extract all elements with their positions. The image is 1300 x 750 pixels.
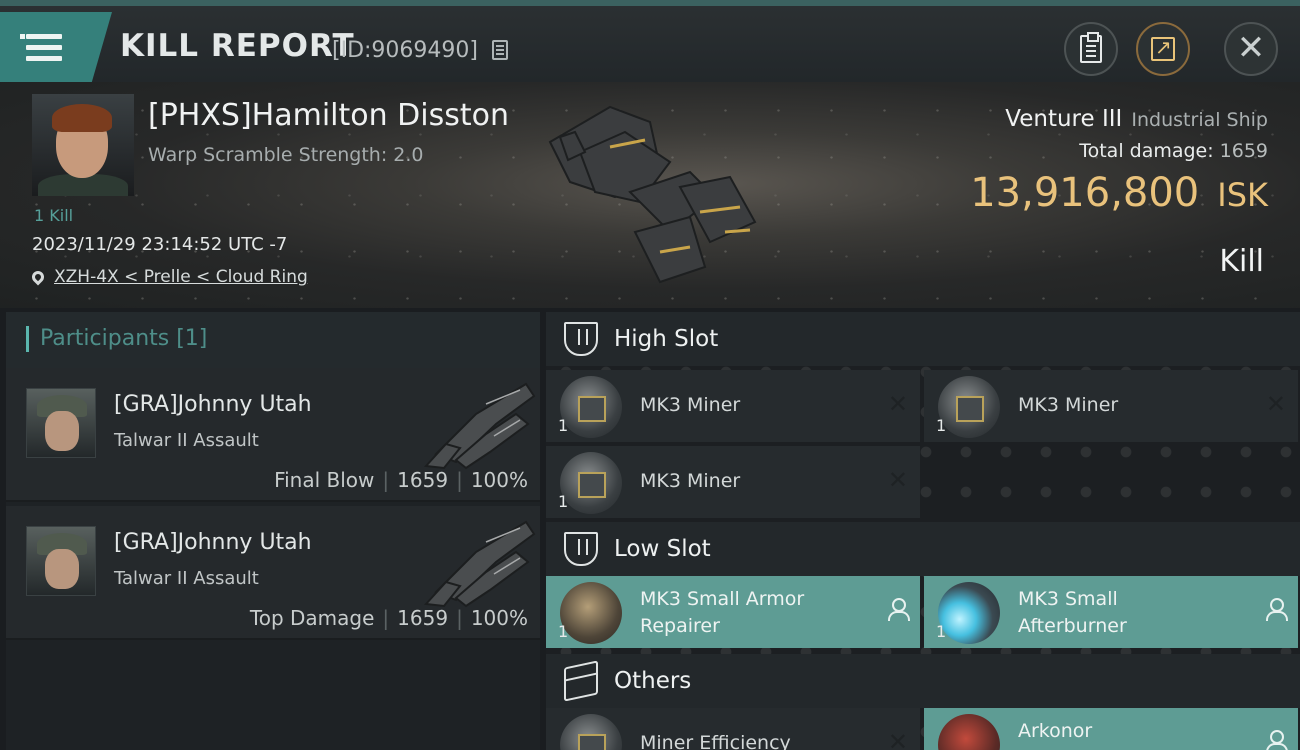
participant-role: Final Blow	[274, 468, 375, 492]
report-result: Kill	[1219, 244, 1264, 279]
participant-ship: Talwar II Assault	[114, 430, 259, 451]
destroyed-icon: ✕	[887, 728, 908, 750]
participant-damage: 1659	[397, 606, 449, 630]
warp-scramble-strength: Warp Scramble Strength: 2.0	[148, 144, 424, 166]
isk-value: 13,916,800	[970, 170, 1200, 216]
participants-panel: Participants [1] [GRA]Johnny Utah Talwar…	[6, 312, 540, 750]
participant-stats: Top Damage | 1659 | 100%	[249, 606, 528, 630]
location-link[interactable]: XZH-4X < Prelle < Cloud Ring	[54, 267, 308, 287]
victim-name[interactable]: [PHXS]Hamilton Disston	[148, 98, 509, 133]
module-quantity: 1	[558, 492, 569, 511]
menu-button[interactable]	[0, 12, 112, 82]
location-pin-icon	[29, 268, 47, 286]
low-slot-icon	[564, 532, 598, 566]
total-damage: Total damage: 1659	[1079, 140, 1268, 162]
page-title: KILL REPORT	[120, 28, 355, 64]
kill-location[interactable]: XZH-4X < Prelle < Cloud Ring	[29, 267, 308, 287]
share-button[interactable]	[1136, 22, 1190, 76]
close-icon: ✕	[1236, 28, 1266, 68]
kill-count: 1 Kill	[34, 206, 74, 225]
destroyed-icon: ✕	[887, 466, 908, 494]
victim-ship-image	[548, 105, 757, 284]
participant-stats: Final Blow | 1659 | 100%	[274, 468, 528, 492]
victim-portrait[interactable]	[32, 94, 134, 196]
module-name: Miner Efficiency	[640, 732, 791, 750]
fitting-panel: High Slot 1 MK3 Miner ✕ 1 MK3 Miner ✕ 1 …	[546, 312, 1300, 750]
dropped-person-icon	[1266, 598, 1288, 621]
high-slot-header: High Slot	[546, 312, 1300, 366]
menu-icon	[20, 34, 64, 62]
participant-avatar[interactable]	[26, 526, 96, 596]
participant-row[interactable]: [GRA]Johnny Utah Talwar II Assault Final…	[6, 368, 540, 502]
cube-icon	[564, 660, 598, 702]
clipboard-icon	[1080, 32, 1102, 63]
victim-ship-name[interactable]: Venture III	[1005, 106, 1122, 132]
module-name: MK3 Miner	[1018, 394, 1119, 416]
participant-name[interactable]: [GRA]Johnny Utah	[114, 392, 312, 417]
participant-ship: Talwar II Assault	[114, 568, 259, 589]
participant-damage: 1659	[397, 468, 449, 492]
participant-percent: 100%	[470, 606, 528, 630]
module-name: MK3 Miner	[640, 470, 741, 492]
clipboard-button[interactable]	[1064, 22, 1118, 76]
module-item[interactable]: 1 MK3 Small Afterburner	[924, 576, 1298, 648]
close-button[interactable]: ✕	[1224, 22, 1278, 76]
module-name: MK3 Small Afterburner	[1018, 588, 1127, 637]
total-damage-label: Total damage:	[1079, 140, 1214, 162]
isk-value-line: 13,916,800 ISK	[970, 170, 1268, 216]
low-slot-header: Low Slot	[546, 522, 1300, 576]
high-slot-label: High Slot	[614, 326, 719, 352]
module-item[interactable]: 1 MK3 Small Armor Repairer	[546, 576, 920, 648]
others-header: Others	[546, 654, 1300, 708]
victim-ship-line: Venture III Industrial Ship	[1005, 106, 1268, 132]
miner-efficiency-icon	[560, 714, 622, 750]
dropped-person-icon	[888, 598, 910, 621]
module-item[interactable]: 1 Arkonor	[924, 708, 1298, 750]
miner-module-icon	[560, 452, 622, 514]
isk-unit: ISK	[1217, 176, 1268, 214]
participant-percent: 100%	[470, 468, 528, 492]
destroyed-icon: ✕	[1265, 390, 1286, 418]
module-name: MK3 Small Armor Repairer	[640, 588, 805, 637]
miner-module-icon	[938, 376, 1000, 438]
participant-role: Top Damage	[249, 606, 375, 630]
afterburner-icon	[938, 582, 1000, 644]
total-damage-value: 1659	[1219, 140, 1268, 162]
copy-id-icon[interactable]	[492, 40, 508, 60]
low-slot-label: Low Slot	[614, 536, 711, 562]
dropped-person-icon	[1266, 730, 1288, 750]
participants-label: Participants [1]	[40, 326, 208, 351]
victim-banner: [PHXS]Hamilton Disston Warp Scramble Str…	[0, 82, 1300, 308]
others-label: Others	[614, 668, 692, 694]
participants-header: Participants [1]	[6, 312, 540, 368]
victim-ship-class: Industrial Ship	[1131, 109, 1268, 131]
module-quantity: 1	[558, 622, 569, 641]
participant-row[interactable]: [GRA]Johnny Utah Talwar II Assault Top D…	[6, 506, 540, 640]
share-icon	[1151, 35, 1175, 61]
module-quantity: 1	[936, 416, 947, 435]
high-slot-icon	[564, 322, 598, 356]
participant-name[interactable]: [GRA]Johnny Utah	[114, 530, 312, 555]
top-bar: KILL REPORT [ID:9069490] ✕	[0, 0, 1300, 82]
participants-header-bar	[26, 326, 29, 352]
module-name: Arkonor	[1018, 720, 1093, 742]
ore-icon	[938, 714, 1000, 750]
participant-ship-image	[423, 520, 536, 608]
armor-repairer-icon	[560, 582, 622, 644]
participant-ship-image	[423, 382, 536, 470]
module-quantity: 1	[558, 416, 569, 435]
module-item[interactable]: 1 MK3 Miner ✕	[546, 446, 920, 518]
module-name: MK3 Miner	[640, 394, 741, 416]
module-item[interactable]: 1 MK3 Miner ✕	[924, 370, 1298, 442]
report-id: [ID:9069490]	[332, 38, 478, 63]
destroyed-icon: ✕	[887, 390, 908, 418]
miner-module-icon	[560, 376, 622, 438]
kill-timestamp: 2023/11/29 23:14:52 UTC -7	[32, 234, 288, 255]
module-item[interactable]: 1 Miner Efficiency ✕	[546, 708, 920, 750]
module-item[interactable]: 1 MK3 Miner ✕	[546, 370, 920, 442]
module-quantity: 1	[936, 622, 947, 641]
participant-avatar[interactable]	[26, 388, 96, 458]
